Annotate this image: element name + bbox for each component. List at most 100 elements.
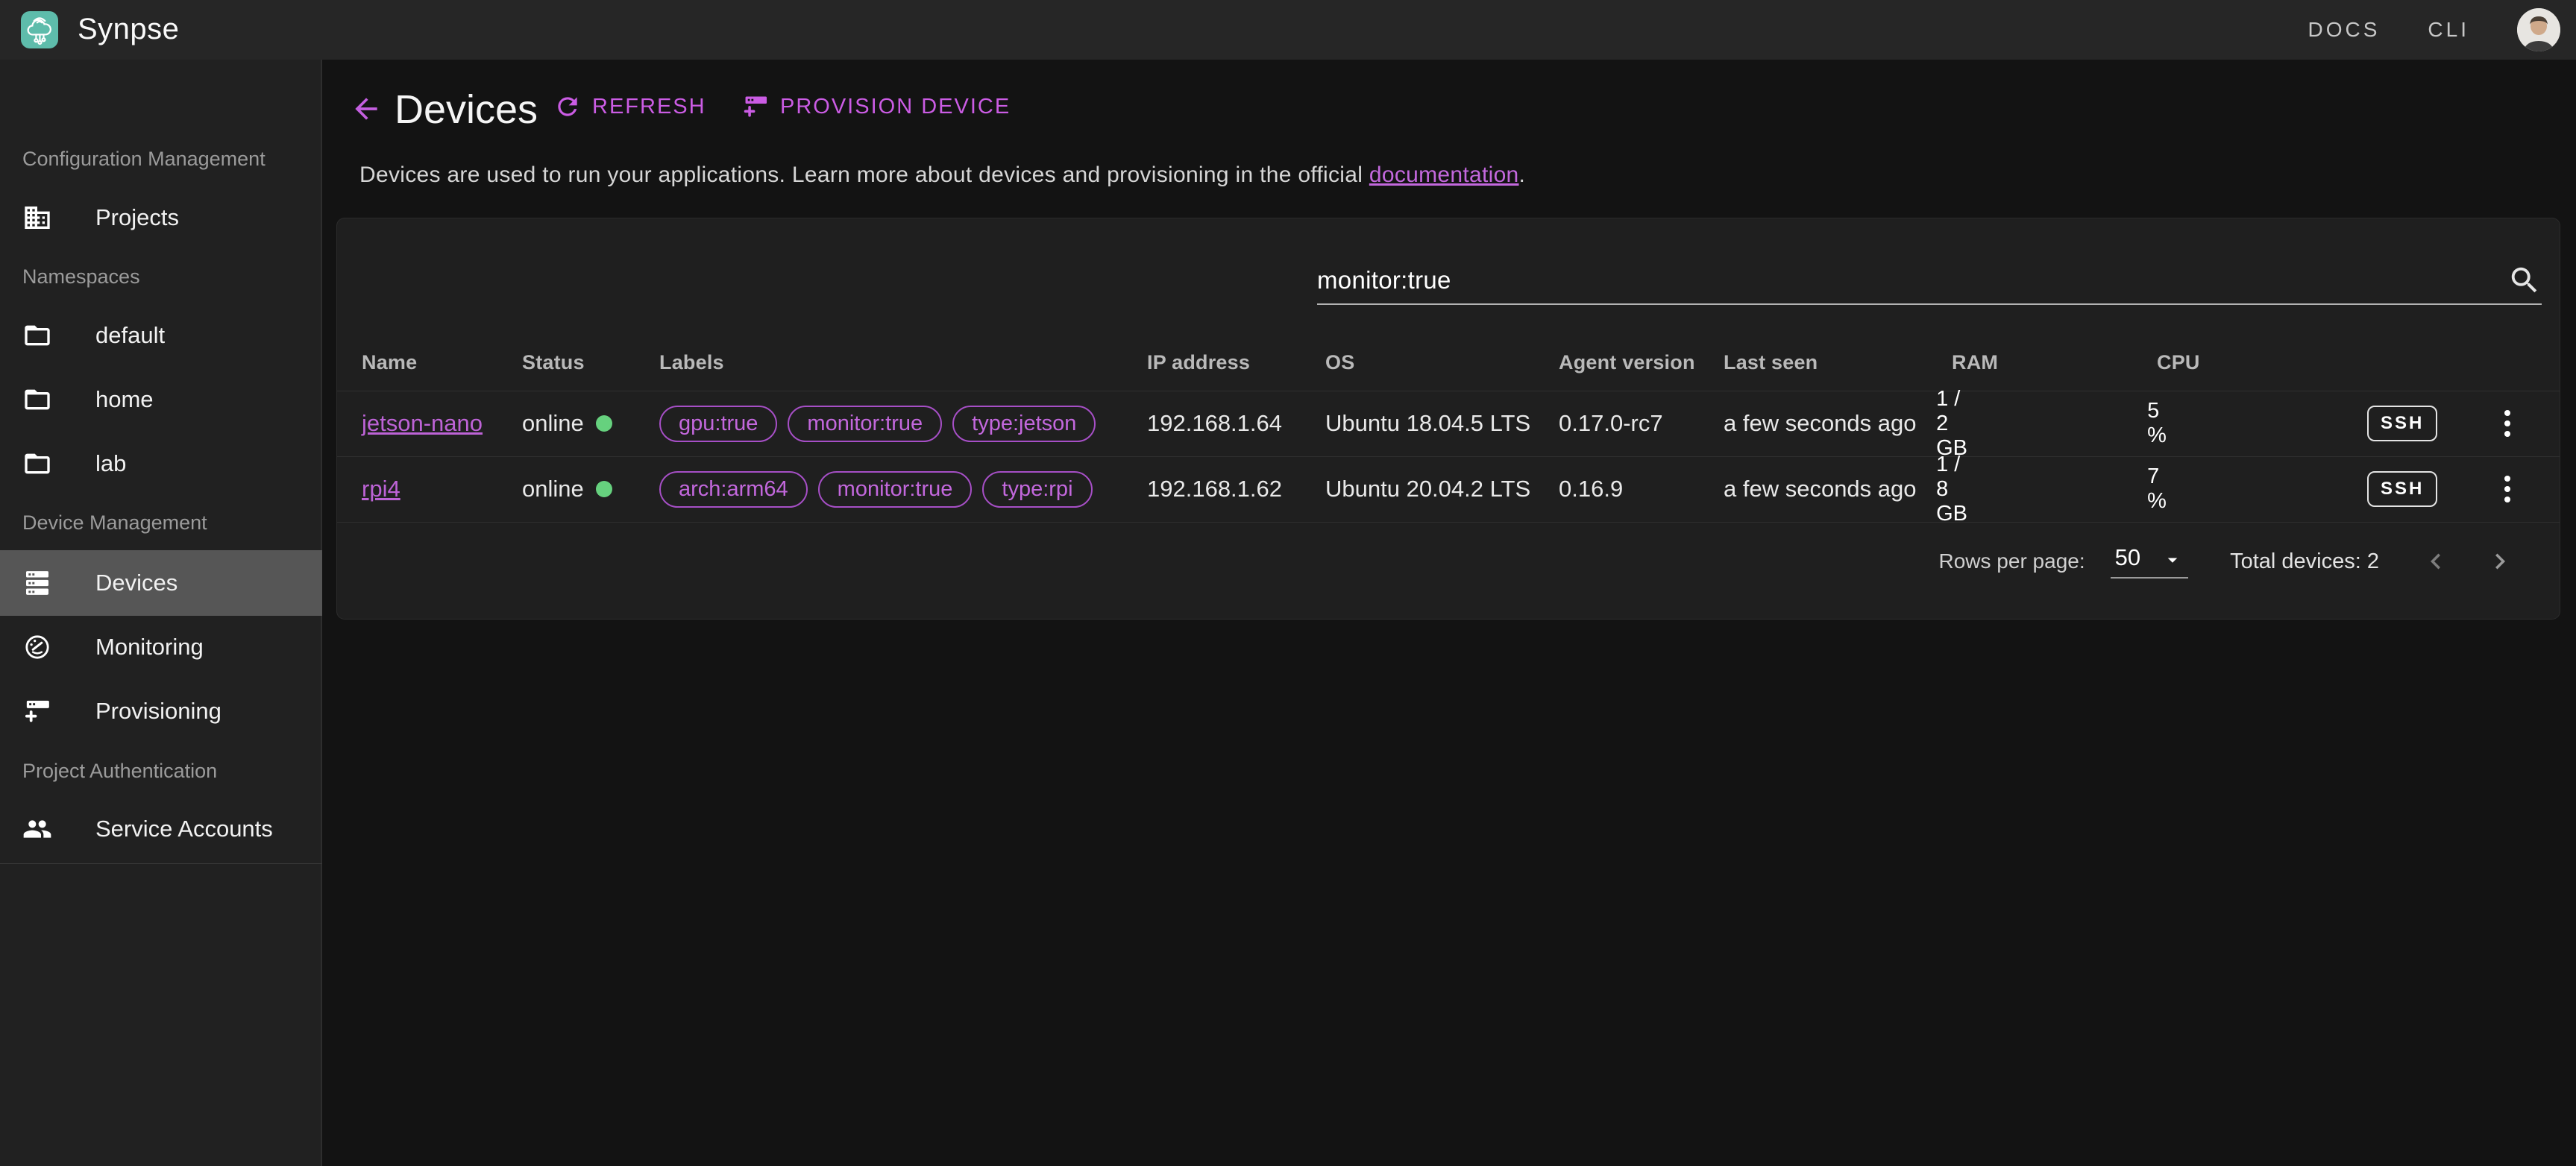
sidebar-item-label: Projects <box>95 204 179 231</box>
sidebar-item-namespace-home[interactable]: home <box>0 367 322 432</box>
provision-button-label: PROVISION DEVICE <box>780 95 1011 119</box>
refresh-icon <box>553 92 582 121</box>
label-pill[interactable]: type:rpi <box>982 471 1092 508</box>
previous-page-chevron-icon[interactable] <box>2415 541 2457 582</box>
label-pill[interactable]: monitor:true <box>788 406 942 442</box>
status-text: online <box>522 476 584 502</box>
sidebar-item-label: Monitoring <box>95 634 204 661</box>
sidebar-item-namespace-default[interactable]: default <box>0 303 322 368</box>
column-header-status: Status <box>522 335 659 391</box>
next-page-chevron-icon[interactable] <box>2479 541 2521 582</box>
docs-link[interactable]: DOCS <box>2308 18 2381 42</box>
sidebar-item-provisioning[interactable]: Provisioning <box>0 678 322 744</box>
table-header-row: Name Status Labels IP address OS Agent v… <box>337 335 2560 391</box>
server-stack-icon <box>22 568 52 598</box>
column-header-cpu: CPU <box>2157 335 2367 391</box>
label-pill[interactable]: monitor:true <box>818 471 973 508</box>
sidebar-item-label: Service Accounts <box>95 816 273 842</box>
sidebar: Configuration Management Projects Namesp… <box>0 60 322 1166</box>
rows-per-page-value: 50 <box>2115 544 2140 571</box>
label-pill[interactable]: type:jetson <box>952 406 1096 442</box>
devices-table: Name Status Labels IP address OS Agent v… <box>337 335 2560 523</box>
os-name: Ubuntu 20.04.2 LTS <box>1325 456 1559 522</box>
column-header-ram: RAM <box>1952 335 2157 391</box>
section-project-authentication: Project Authentication <box>22 760 217 783</box>
devices-card: Name Status Labels IP address OS Agent v… <box>337 218 2560 619</box>
search-field <box>1317 257 2542 305</box>
column-header-labels: Labels <box>659 335 1147 391</box>
row-menu-kebab-icon[interactable] <box>2491 470 2524 508</box>
search-input[interactable] <box>1317 266 2507 294</box>
column-header-name: Name <box>337 335 522 391</box>
folder-icon <box>22 321 52 350</box>
sidebar-item-label: lab <box>95 450 126 477</box>
folder-icon <box>22 449 52 479</box>
total-devices-label: Total devices: 2 <box>2230 549 2379 574</box>
agent-version: 0.16.9 <box>1559 456 1724 522</box>
device-name-link[interactable]: rpi4 <box>362 476 400 502</box>
app-root: Synpse DOCS CLI Configuration Management <box>0 0 2576 1166</box>
cli-link[interactable]: CLI <box>2428 18 2469 42</box>
column-header-ip: IP address <box>1147 335 1325 391</box>
table-row: jetson-nano online gpu:true monitor:true… <box>337 391 2560 456</box>
people-icon <box>22 814 52 844</box>
table-row: rpi4 online arch:arm64 monitor:true type… <box>337 456 2560 522</box>
server-plus-icon <box>741 92 770 121</box>
building-icon <box>22 203 52 233</box>
status-text: online <box>522 410 584 437</box>
column-header-agent-version: Agent version <box>1559 335 1724 391</box>
table-footer: Rows per page: 50 Total devices: 2 <box>337 522 2560 619</box>
refresh-button[interactable]: REFRESH <box>553 92 706 121</box>
user-avatar[interactable] <box>2517 8 2560 51</box>
folder-icon <box>22 385 52 415</box>
refresh-button-label: REFRESH <box>592 95 706 119</box>
topbar-right: DOCS CLI <box>2308 0 2560 60</box>
sidebar-item-projects[interactable]: Projects <box>0 185 322 250</box>
sidebar-item-monitoring[interactable]: Monitoring <box>0 614 322 680</box>
description-period: . <box>1519 163 1526 187</box>
main-content: Devices REFRESH PROVISION DEVICE Devices… <box>324 60 2576 1166</box>
section-device-management: Device Management <box>22 511 207 535</box>
dropdown-arrow-icon <box>2161 549 2184 571</box>
sidebar-item-namespace-lab[interactable]: lab <box>0 431 322 497</box>
search-icon[interactable] <box>2507 263 2542 297</box>
description-text: Devices are used to run your application… <box>359 163 1369 187</box>
ssh-button[interactable]: SSH <box>2367 471 2437 507</box>
label-pill[interactable]: gpu:true <box>659 406 777 442</box>
sidebar-item-label: Provisioning <box>95 698 222 725</box>
label-pill[interactable]: arch:arm64 <box>659 471 808 508</box>
sidebar-item-label: home <box>95 386 154 413</box>
documentation-link[interactable]: documentation <box>1369 163 1519 187</box>
last-seen: a few seconds ago <box>1724 456 1952 522</box>
gauge-icon <box>22 632 52 662</box>
last-seen: a few seconds ago <box>1724 391 1952 456</box>
sidebar-item-label: default <box>95 322 165 349</box>
sidebar-item-service-accounts[interactable]: Service Accounts <box>0 796 322 862</box>
ssh-button[interactable]: SSH <box>2367 406 2437 441</box>
rows-per-page-select[interactable]: 50 <box>2111 544 2188 579</box>
ip-address: 192.168.1.64 <box>1147 391 1325 456</box>
sidebar-item-label: Devices <box>95 570 178 596</box>
rows-per-page-label: Rows per page: <box>1939 549 2085 573</box>
online-status-dot <box>596 415 612 432</box>
back-arrow-icon[interactable] <box>350 92 383 125</box>
column-header-os: OS <box>1325 335 1559 391</box>
os-name: Ubuntu 18.04.5 LTS <box>1325 391 1559 456</box>
sidebar-divider <box>0 863 322 864</box>
online-status-dot <box>596 481 612 497</box>
app-logo[interactable] <box>21 11 58 48</box>
column-header-actions <box>2491 335 2560 391</box>
ip-address: 192.168.1.62 <box>1147 456 1325 522</box>
device-name-link[interactable]: jetson-nano <box>362 410 483 436</box>
cloud-logo-icon <box>23 13 56 46</box>
sidebar-item-devices[interactable]: Devices <box>0 550 322 616</box>
column-header-ssh <box>2367 335 2491 391</box>
section-namespaces: Namespaces <box>22 265 140 289</box>
row-menu-kebab-icon[interactable] <box>2491 404 2524 443</box>
provision-device-button[interactable]: PROVISION DEVICE <box>741 92 1011 121</box>
column-header-last-seen: Last seen <box>1724 335 1952 391</box>
page-description: Devices are used to run your application… <box>359 163 1525 188</box>
page-title: Devices <box>395 86 538 133</box>
app-title: Synpse <box>78 13 179 46</box>
top-bar: Synpse DOCS CLI <box>0 0 2576 60</box>
